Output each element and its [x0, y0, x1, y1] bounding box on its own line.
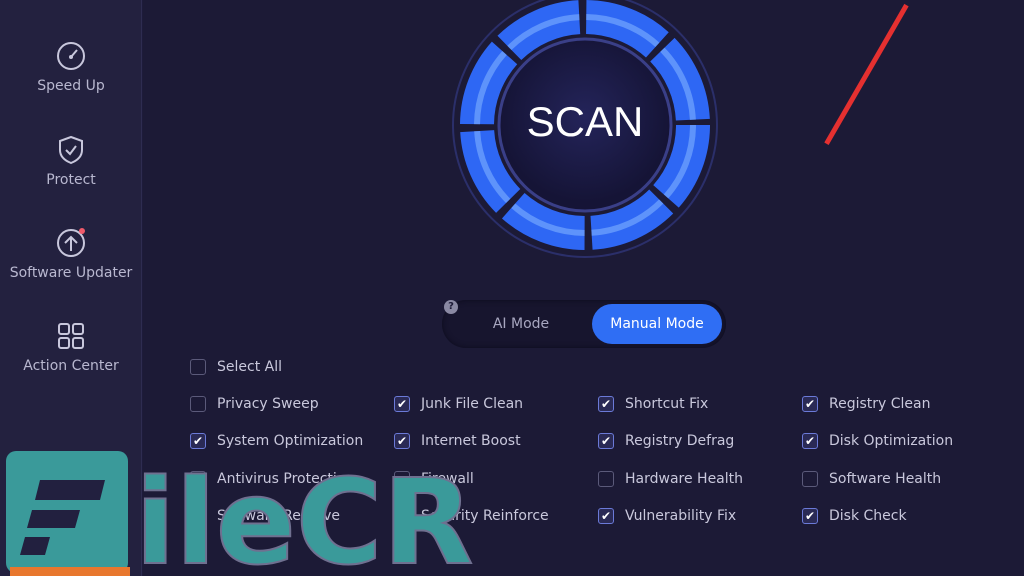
checkbox[interactable]: ✔: [598, 433, 614, 449]
manual-mode-tab[interactable]: Manual Mode: [592, 304, 722, 344]
option-checkbox[interactable]: Security Reinforce: [394, 508, 549, 524]
option-checkbox[interactable]: ✔ Registry Clean: [802, 396, 931, 412]
checkbox[interactable]: ✔: [394, 433, 410, 449]
option-checkbox[interactable]: ✔ Disk Optimization: [802, 433, 953, 449]
checkbox[interactable]: ✔: [394, 396, 410, 412]
checkbox-label: Junk File Clean: [421, 396, 524, 412]
checkbox[interactable]: [190, 471, 206, 487]
option-checkbox[interactable]: ✔ Shortcut Fix: [598, 396, 708, 412]
sidebar-item-label: Action Center: [23, 358, 119, 374]
sidebar-item-software-updater[interactable]: Software Updater: [0, 227, 142, 281]
checkbox-label: Disk Check: [829, 508, 907, 524]
sidebar-item-label: Software Updater: [9, 265, 133, 281]
ai-mode-tab[interactable]: AI Mode: [456, 304, 586, 344]
checkbox-label: Hardware Health: [625, 471, 744, 487]
scan-label: SCAN: [526, 98, 644, 145]
option-checkbox[interactable]: ✔ Registry Defrag: [598, 433, 734, 449]
upload-arrow-icon: [57, 228, 85, 257]
option-checkbox[interactable]: ✔ System Optimization: [190, 433, 363, 449]
checkbox[interactable]: [802, 471, 818, 487]
checkbox[interactable]: ✔: [802, 396, 818, 412]
checkbox[interactable]: ✔: [598, 396, 614, 412]
grid-icon: [58, 323, 84, 349]
checkbox[interactable]: ✔: [802, 433, 818, 449]
checkbox[interactable]: ✔: [190, 433, 206, 449]
checkbox-label: Security Reinforce: [421, 508, 549, 524]
option-checkbox[interactable]: Software Health: [802, 471, 941, 487]
sidebar-item-speed-up[interactable]: Speed Up: [0, 40, 142, 94]
checkbox-label: Disk Optimization: [829, 433, 954, 449]
checkbox-label: Internet Boost: [421, 433, 521, 449]
select-all-checkbox[interactable]: Select All: [190, 359, 282, 375]
checkbox-label: Registry Clean: [829, 396, 931, 412]
option-checkbox[interactable]: Privacy Sweep: [190, 396, 319, 412]
sidebar-item-label: Protect: [46, 172, 96, 188]
checkbox[interactable]: [394, 471, 410, 487]
sidebar: Speed Up Protect Software Updater Action…: [0, 0, 142, 576]
option-checkbox[interactable]: ✔ Junk File Clean: [394, 396, 523, 412]
shield-check-icon: [59, 135, 83, 165]
speedometer-icon: [57, 42, 85, 70]
checkbox-label: Select All: [217, 359, 282, 375]
checkbox[interactable]: [190, 508, 206, 524]
checkbox[interactable]: [598, 471, 614, 487]
checkbox-label: Shortcut Fix: [625, 396, 709, 412]
mode-toggle: AI Mode Manual Mode: [442, 300, 726, 348]
checkbox-label: Firewall: [421, 471, 474, 487]
checkbox[interactable]: [394, 508, 410, 524]
checkbox[interactable]: [190, 396, 206, 412]
checkbox[interactable]: ✔: [598, 508, 614, 524]
option-checkbox[interactable]: ✔ Disk Check: [802, 508, 907, 524]
option-checkbox[interactable]: Firewall: [394, 471, 474, 487]
checkbox-label: Software Remove: [217, 508, 340, 524]
help-icon[interactable]: ?: [444, 300, 458, 314]
checkbox-label: Software Health: [829, 471, 942, 487]
checkbox[interactable]: [190, 359, 206, 375]
checkbox-label: Antivirus Protection: [217, 471, 355, 487]
sidebar-item-label: Speed Up: [37, 78, 105, 94]
checkbox-label: System Optimization: [217, 433, 364, 449]
checkbox-label: Vulnerability Fix: [625, 508, 737, 524]
option-checkbox[interactable]: Hardware Health: [598, 471, 743, 487]
sidebar-item-protect[interactable]: Protect: [0, 134, 142, 188]
option-checkbox[interactable]: ✔ Internet Boost: [394, 433, 521, 449]
option-checkbox[interactable]: ✔ Vulnerability Fix: [598, 508, 736, 524]
option-checkbox[interactable]: Antivirus Protection: [190, 471, 354, 487]
option-checkbox[interactable]: Software Remove: [190, 508, 340, 524]
checkbox-label: Registry Defrag: [625, 433, 735, 449]
notification-badge: [79, 228, 85, 234]
checkbox-label: Privacy Sweep: [217, 396, 319, 412]
sidebar-item-action-center[interactable]: Action Center: [0, 320, 142, 374]
checkbox[interactable]: ✔: [802, 508, 818, 524]
